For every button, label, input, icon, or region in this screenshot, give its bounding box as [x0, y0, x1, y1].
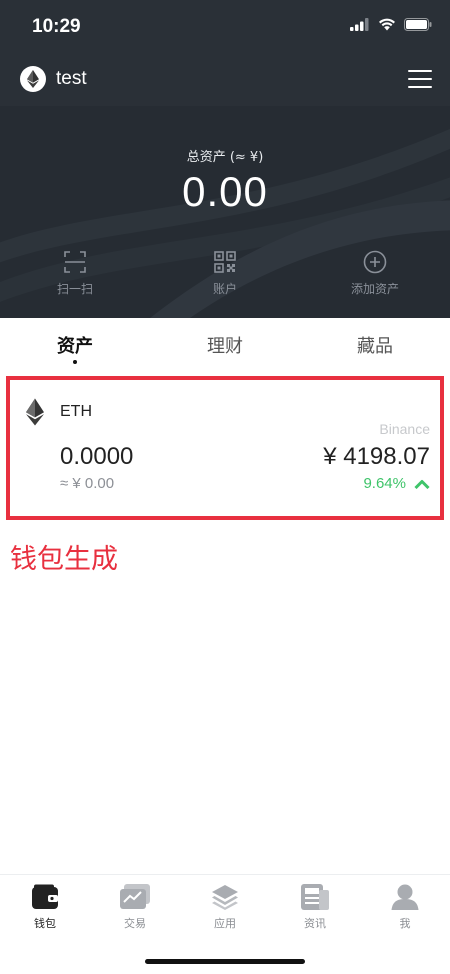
nav-profile-label: 我 [399, 917, 411, 930]
home-indicator[interactable] [145, 959, 305, 964]
add-circle-icon [363, 250, 387, 274]
tab-collectibles-label: 藏品 [357, 336, 393, 357]
total-assets-value: 0.00 [182, 168, 268, 215]
ethereum-logo-icon [20, 66, 46, 92]
tab-finance-label: 理财 [207, 336, 243, 357]
asset-tabs: 资产 理财 藏品 [0, 318, 450, 372]
scan-label: 扫一扫 [56, 282, 93, 296]
status-icons [350, 18, 432, 31]
nav-wallet-label: 钱包 [34, 917, 56, 930]
price-change-value: 9.64% [363, 475, 406, 492]
signal-icon [350, 18, 369, 31]
add-asset-button[interactable]: 添加资产 [300, 250, 450, 297]
nav-trade[interactable]: 交易 [90, 875, 180, 941]
asset-balance: 0.0000 [60, 443, 134, 470]
nav-apps-label: 应用 [214, 917, 236, 930]
active-tab-indicator [73, 360, 77, 364]
nav-wallet[interactable]: 钱包 [0, 875, 90, 941]
scan-button[interactable]: 扫一扫 [0, 250, 150, 297]
status-time: 10:29 [32, 16, 81, 37]
layers-icon [212, 885, 238, 910]
total-assets-label: 总资产 (≈ ¥) [186, 150, 264, 165]
asset-price: ¥ 4198.07 [323, 443, 430, 470]
nav-profile[interactable]: 我 [360, 875, 450, 941]
qr-code-icon [214, 251, 236, 273]
account-label: 账户 [212, 282, 237, 296]
wallet-icon [32, 884, 58, 909]
tab-assets[interactable]: 资产 [0, 318, 150, 372]
hamburger-menu-icon[interactable] [408, 70, 432, 90]
nav-trade-label: 交易 [124, 917, 146, 930]
wallet-header: 10:29 test 总资产 (≈ ¥) 0.00 扫一扫 账户 添加资产 [0, 0, 450, 318]
tab-finance[interactable]: 理财 [150, 318, 300, 372]
wifi-icon [379, 18, 395, 31]
tab-assets-label: 资产 [57, 336, 93, 357]
annotation-text: 钱包生成 [10, 544, 118, 575]
news-icon [301, 884, 329, 910]
ethereum-icon [26, 398, 44, 426]
quick-actions: 扫一扫 账户 添加资产 [0, 250, 450, 297]
wallet-name: test [56, 68, 87, 89]
add-asset-label: 添加资产 [350, 282, 399, 296]
account-button[interactable]: 账户 [150, 250, 300, 297]
nav-apps[interactable]: 应用 [180, 875, 270, 941]
profile-icon [391, 884, 419, 910]
battery-icon [404, 18, 432, 31]
price-source: Binance [379, 421, 430, 437]
trade-chart-icon [120, 884, 150, 909]
wallet-selector[interactable]: test [20, 66, 87, 92]
arrow-up-icon [414, 479, 430, 489]
asset-fiat-value: ≈ ¥ 0.00 [60, 475, 115, 492]
price-change: 9.64% [363, 475, 430, 492]
nav-news-label: 资讯 [304, 917, 326, 930]
asset-symbol: ETH [60, 403, 92, 420]
tab-collectibles[interactable]: 藏品 [300, 318, 450, 372]
asset-card-eth[interactable]: ETH Binance 0.0000 ¥ 4198.07 ≈ ¥ 0.00 9.… [6, 376, 444, 520]
nav-news[interactable]: 资讯 [270, 875, 360, 941]
bottom-navigation: 钱包 交易 应用 资讯 我 [0, 874, 450, 974]
scan-icon [64, 251, 86, 273]
